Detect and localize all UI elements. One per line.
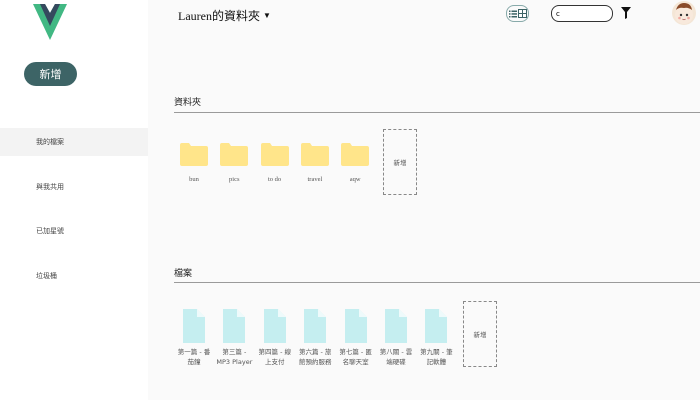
file-label: 第八關 - 雲端硬碟 <box>379 348 413 366</box>
folder-item[interactable]: to do <box>255 142 295 183</box>
add-folder-button[interactable]: 新增 <box>383 129 417 195</box>
caret-down-icon: ▼ <box>262 11 271 20</box>
divider <box>174 112 700 113</box>
file-icon <box>183 309 205 343</box>
sidebar-nav: 我的檔案 與我共用 已加星號 垃圾桶 <box>0 128 148 290</box>
sidebar-item-shared[interactable]: 與我共用 <box>0 173 148 201</box>
folder-item[interactable]: aqw <box>335 142 375 183</box>
folder-item[interactable]: travel <box>295 142 335 183</box>
files-section-title: 檔案 <box>174 269 193 279</box>
search-input[interactable] <box>551 5 613 22</box>
folder-item[interactable]: bun <box>174 142 214 183</box>
file-label: 第三篇 - MP3 Player <box>216 348 253 366</box>
file-icon <box>304 309 327 343</box>
file-label: 第六篇 - 旅館預約服務 <box>298 348 332 366</box>
sidebar-item-trash[interactable]: 垃圾桶 <box>0 262 148 290</box>
folder-label: bun <box>189 176 199 183</box>
folder-label: aqw <box>349 176 361 183</box>
user-avatar[interactable] <box>672 1 696 25</box>
folder-item[interactable]: pics <box>214 142 254 183</box>
file-icon <box>425 309 448 343</box>
new-button[interactable]: 新增 <box>24 62 77 86</box>
file-icon <box>223 309 246 343</box>
file-icon <box>344 309 367 343</box>
file-icon <box>385 309 407 343</box>
view-toggle <box>506 5 529 22</box>
folder-icon <box>220 143 249 166</box>
avatar-face-icon <box>675 3 693 24</box>
file-item[interactable]: 第九關 - 筆記軟體 <box>417 309 455 367</box>
add-file-button[interactable]: 新增 <box>463 301 497 367</box>
folder-label: pics <box>229 176 240 183</box>
folder-icon <box>300 143 329 166</box>
folder-title-dropdown[interactable]: Lauren的資料夾 ▼ <box>178 7 271 24</box>
file-item[interactable]: 第三篇 - MP3 Player <box>215 309 253 367</box>
file-label: 第一篇 - 番茄鐘 <box>177 348 211 366</box>
list-icon <box>508 10 517 17</box>
file-item[interactable]: 第六篇 - 旅館預約服務 <box>296 309 334 367</box>
file-label: 第七篇 - 匿名聊天室 <box>339 348 372 366</box>
grid-view-button[interactable] <box>518 9 527 18</box>
sidebar: 新增 我的檔案 與我共用 已加星號 垃圾桶 <box>0 0 148 400</box>
file-item[interactable]: 第四篇 - 線上支付 <box>256 309 294 367</box>
folder-icon <box>260 143 289 166</box>
sidebar-item-label: 垃圾桶 <box>36 271 57 280</box>
file-icon <box>263 309 286 343</box>
file-label: 第四篇 - 線上支付 <box>258 348 292 366</box>
sidebar-item-label: 已加星號 <box>36 227 64 235</box>
folder-icon <box>341 143 370 166</box>
folder-icon <box>180 143 208 166</box>
file-item[interactable]: 第七篇 - 匿名聊天室 <box>337 309 375 367</box>
file-item[interactable]: 第八關 - 雲端硬碟 <box>377 309 415 367</box>
folder-label: travel <box>307 176 323 183</box>
folder-label: to do <box>268 176 282 183</box>
sidebar-item-label: 我的檔案 <box>36 138 64 146</box>
divider <box>174 282 700 283</box>
file-item[interactable]: 第一篇 - 番茄鐘 <box>175 309 213 367</box>
list-view-button[interactable] <box>508 9 517 18</box>
folders-section-title: 資料夾 <box>174 98 202 108</box>
sidebar-item-label: 與我共用 <box>36 182 64 191</box>
vue-logo-icon[interactable] <box>33 4 67 40</box>
page-title: Lauren的資料夾 <box>178 9 260 23</box>
file-label: 第九關 - 筆記軟體 <box>420 348 453 366</box>
main-content: Lauren的資料夾 ▼ c 資料夾 bun pics to do travel… <box>148 0 700 400</box>
grid-icon <box>519 10 526 17</box>
sidebar-item-my-files[interactable]: 我的檔案 <box>0 128 148 156</box>
sidebar-item-starred[interactable]: 已加星號 <box>0 217 148 245</box>
filter-icon[interactable] <box>621 7 631 19</box>
